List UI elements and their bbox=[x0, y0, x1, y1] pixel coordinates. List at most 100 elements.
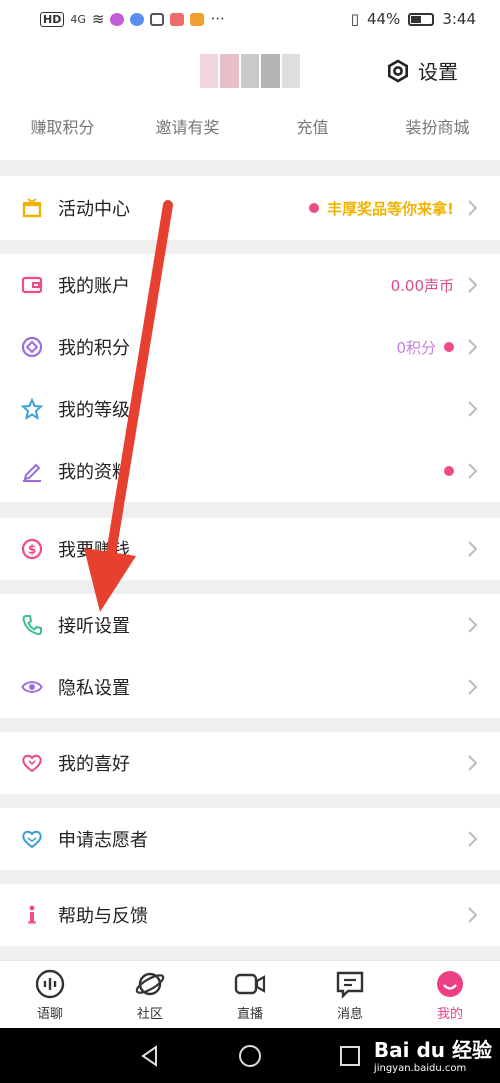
blue-heart-icon bbox=[20, 827, 44, 851]
menu-item-earn-money[interactable]: $ 我要赚钱 bbox=[0, 518, 500, 580]
menu-group-activity: 活动中心 丰厚奖品等你来拿! bbox=[0, 176, 500, 240]
menu-group-settings: 接听设置 隐私设置 bbox=[0, 594, 500, 718]
mail-icon bbox=[170, 12, 185, 26]
watermark-brand: Bai du 经验 bbox=[373, 1038, 492, 1062]
menu-item-apply-volunteer[interactable]: 申请志愿者 bbox=[0, 808, 500, 870]
menu-item-my-level[interactable]: 我的等级 bbox=[0, 378, 500, 440]
settings-button[interactable]: 设置 bbox=[386, 56, 458, 85]
tab-mine[interactable]: 我的 bbox=[400, 961, 500, 1028]
gift-icon bbox=[20, 196, 44, 220]
svg-text:$: $ bbox=[28, 543, 36, 557]
tab-label: 直播 bbox=[236, 1006, 263, 1022]
signal-icon: 4G bbox=[70, 12, 86, 26]
info-icon bbox=[20, 903, 44, 927]
menu-label: 隐私设置 bbox=[58, 678, 130, 699]
menu-group-help: 帮助与反馈 bbox=[0, 884, 500, 946]
shield-icon bbox=[150, 12, 165, 26]
chevron-right-icon bbox=[466, 200, 478, 216]
menu-label: 我的账户 bbox=[58, 276, 130, 297]
chevron-right-icon bbox=[466, 401, 478, 417]
tab-community[interactable]: 社区 bbox=[100, 961, 200, 1028]
profile-face-icon bbox=[437, 970, 463, 997]
menu-item-answer-settings[interactable]: 接听设置 bbox=[0, 594, 500, 656]
vibrate-icon: ▯ bbox=[350, 10, 359, 28]
settings-gear-icon bbox=[387, 59, 409, 82]
activity-promo-text: 丰厚奖品等你来拿! bbox=[327, 199, 454, 218]
app-icon bbox=[190, 12, 205, 26]
menu-label: 我要赚钱 bbox=[58, 540, 130, 561]
chevron-right-icon bbox=[466, 907, 478, 923]
recent-apps-icon[interactable] bbox=[339, 1045, 361, 1067]
menu-label: 申请志愿者 bbox=[58, 830, 148, 851]
tab-label: 语聊 bbox=[36, 1006, 63, 1022]
chevron-right-icon bbox=[466, 277, 478, 293]
chevron-right-icon bbox=[466, 463, 478, 479]
quick-link-invite[interactable]: 邀请有奖 bbox=[125, 114, 250, 144]
wallet-icon bbox=[20, 273, 44, 297]
settings-label: 设置 bbox=[418, 60, 458, 84]
star-badge-icon bbox=[20, 397, 44, 421]
quick-link-earn-points[interactable]: 赚取积分 bbox=[0, 114, 125, 144]
home-icon[interactable] bbox=[238, 1044, 262, 1068]
tab-label: 消息 bbox=[336, 1006, 363, 1022]
edit-pen-icon bbox=[20, 459, 44, 483]
dollar-coin-icon: $ bbox=[20, 537, 44, 561]
tab-voice-chat[interactable]: 语聊 bbox=[0, 961, 100, 1028]
app-notify-icon bbox=[110, 12, 125, 26]
phone-icon bbox=[20, 613, 44, 637]
tab-messages[interactable]: 消息 bbox=[300, 961, 400, 1028]
menu-item-my-profile[interactable]: 我的资料 bbox=[0, 440, 500, 502]
menu-item-my-preferences[interactable]: 我的喜好 bbox=[0, 732, 500, 794]
chevron-right-icon bbox=[466, 541, 478, 557]
menu-item-my-points[interactable]: 我的积分 0积分 bbox=[0, 316, 500, 378]
chevron-right-icon bbox=[466, 755, 478, 771]
menu-group-account: 我的账户 0.00声币 我的积分 0积分 我的等级 我的资料 bbox=[0, 254, 500, 502]
bottom-tab-bar: 语聊 社区 直播 消息 我的 bbox=[0, 960, 500, 1028]
menu-item-activity-center[interactable]: 活动中心 丰厚奖品等你来拿! bbox=[0, 176, 500, 240]
notification-dot bbox=[444, 342, 454, 352]
tab-label: 我的 bbox=[436, 1006, 463, 1022]
baidu-watermark: Bai du 经验 jingyan.baidu.com bbox=[374, 1034, 492, 1074]
notification-dot bbox=[309, 203, 320, 213]
music-icon bbox=[130, 12, 145, 26]
quick-link-recharge[interactable]: 充值 bbox=[250, 114, 375, 144]
battery-percent: 44% bbox=[366, 10, 401, 28]
chevron-right-icon bbox=[466, 617, 478, 633]
menu-group-earn: $ 我要赚钱 bbox=[0, 518, 500, 580]
menu-label: 活动中心 bbox=[58, 199, 130, 220]
notification-dot bbox=[444, 466, 454, 476]
eye-icon bbox=[20, 675, 44, 699]
points-diamond-icon bbox=[20, 335, 44, 359]
blurred-username bbox=[200, 54, 301, 88]
more-notifications: ··· bbox=[210, 10, 225, 28]
quick-links: 赚取积分 邀请有奖 充值 装扮商城 bbox=[0, 114, 500, 144]
menu-label: 我的积分 bbox=[58, 338, 130, 359]
status-bar: HD 4G ≋ ··· ▯ 44% 3:44 bbox=[0, 0, 500, 38]
menu-label: 帮助与反馈 bbox=[58, 906, 148, 927]
profile-header: 设置 赚取积分 邀请有奖 充值 装扮商城 bbox=[0, 38, 500, 160]
menu-item-privacy-settings[interactable]: 隐私设置 bbox=[0, 656, 500, 718]
network-type: HD bbox=[40, 11, 65, 27]
menu-group-volunteer: 申请志愿者 bbox=[0, 808, 500, 870]
message-icon bbox=[336, 971, 364, 999]
menu-label: 我的等级 bbox=[58, 400, 130, 421]
quick-link-dress-up-shop[interactable]: 装扮商城 bbox=[375, 114, 500, 144]
account-balance: 0.00声币 bbox=[390, 276, 454, 295]
voice-chat-icon bbox=[35, 969, 65, 998]
battery-icon bbox=[408, 12, 435, 26]
menu-label: 我的喜好 bbox=[58, 754, 130, 775]
menu-group-preferences: 我的喜好 bbox=[0, 732, 500, 794]
back-icon[interactable] bbox=[139, 1044, 161, 1067]
chevron-right-icon bbox=[466, 339, 478, 355]
watermark-url: jingyan.baidu.com bbox=[373, 1063, 467, 1074]
menu-item-help-feedback[interactable]: 帮助与反馈 bbox=[0, 884, 500, 946]
chevron-right-icon bbox=[466, 679, 478, 695]
wifi-icon: ≋ bbox=[91, 10, 105, 28]
menu-label: 我的资料 bbox=[58, 462, 130, 483]
chevron-right-icon bbox=[466, 831, 478, 847]
tab-label: 社区 bbox=[136, 1006, 163, 1022]
clock: 3:44 bbox=[442, 10, 476, 28]
points-value: 0积分 bbox=[396, 338, 436, 357]
tab-live[interactable]: 直播 bbox=[200, 961, 300, 1028]
menu-item-my-account[interactable]: 我的账户 0.00声币 bbox=[0, 254, 500, 316]
